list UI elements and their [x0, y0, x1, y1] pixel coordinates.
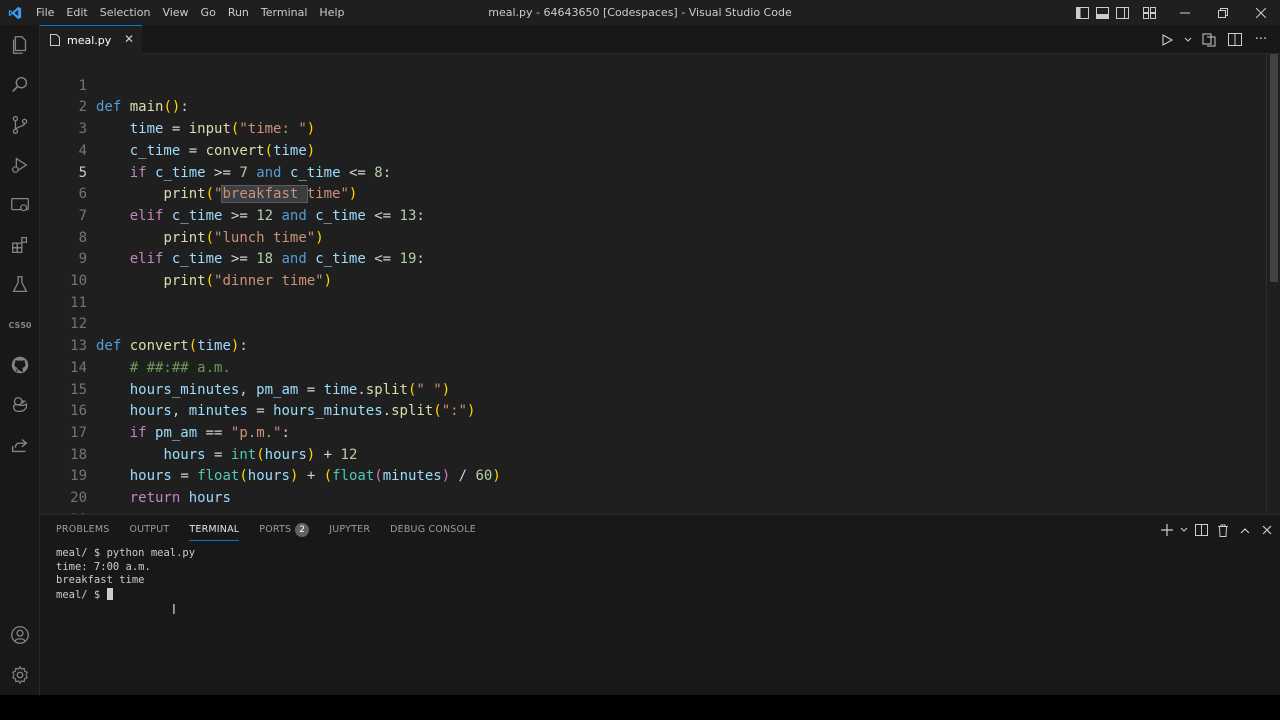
menu-edit[interactable]: Edit — [60, 0, 93, 25]
code-line: 7 print("lunch time") — [40, 184, 1266, 246]
code-line: 12 def convert(time): — [40, 293, 1266, 354]
code-editor[interactable]: 1 def main(): 2 time = input("time: ") 3… — [40, 54, 1280, 514]
code-line-active: 5 print("breakfast time") — [40, 141, 1266, 204]
title-bar: File Edit Selection View Go Run Terminal… — [0, 0, 1280, 25]
kill-terminal-trash-icon[interactable] — [1214, 521, 1232, 539]
terminal-prompt: meal/ $ — [56, 588, 107, 601]
menu-terminal[interactable]: Terminal — [255, 0, 314, 25]
code-line: 20 — [40, 466, 1266, 506]
editor-scrollbar[interactable] — [1266, 54, 1280, 514]
run-dropdown-chevron-down-icon[interactable] — [1184, 31, 1192, 49]
code-line: 16 if pm_am == "p.m.": — [40, 380, 1266, 441]
maximize-panel-chevron-up-icon[interactable] — [1236, 521, 1254, 539]
toggle-primary-sidebar-icon[interactable] — [1072, 0, 1092, 25]
menu-help[interactable]: Help — [313, 0, 350, 25]
mouse-ibeam-cursor-icon: I — [172, 603, 176, 618]
code-line: 6 elif c_time >= 12 and c_time <= 13: — [40, 163, 1266, 224]
vscode-logo-icon[interactable] — [0, 0, 30, 25]
tab-ports-label: PORTS — [259, 524, 292, 535]
ports-count-badge: 2 — [295, 523, 310, 537]
tab-jupyter[interactable]: JUPYTER — [319, 515, 380, 545]
menu-go[interactable]: Go — [195, 0, 222, 25]
code-line: 19 return hours — [40, 445, 1266, 506]
explorer-icon[interactable] — [0, 25, 40, 65]
tab-problems[interactable]: PROBLEMS — [46, 515, 119, 545]
close-tab-icon[interactable]: ✕ — [124, 32, 134, 46]
code-line: 11 — [40, 271, 1266, 311]
terminal-line: time: 7:00 a.m. — [56, 560, 151, 573]
split-terminal-icon[interactable] — [1192, 521, 1210, 539]
tab-meal-py[interactable]: meal.py ✕ — [40, 25, 142, 54]
window-controls — [1072, 0, 1280, 25]
panel-tabs: PROBLEMS OUTPUT TERMINAL PORTS 2 JUPYTER … — [46, 515, 486, 545]
code-line: 21 — [40, 488, 1266, 514]
tab-ports[interactable]: PORTS 2 — [249, 515, 319, 545]
code-line: 17 hours = int(hours) + 12 — [40, 401, 1266, 463]
extensions-icon[interactable] — [0, 225, 40, 265]
terminal-dropdown-chevron-down-icon[interactable] — [1180, 521, 1188, 539]
toggle-panel-icon[interactable] — [1092, 0, 1112, 25]
tab-output[interactable]: OUTPUT — [119, 515, 179, 545]
code-line: 8 elif c_time >= 18 and c_time <= 19: — [40, 206, 1266, 268]
bottom-black-bar — [0, 695, 1280, 720]
panel-actions — [1158, 515, 1276, 545]
search-icon[interactable] — [0, 65, 40, 105]
tab-label: meal.py — [67, 33, 112, 47]
bottom-panel: PROBLEMS OUTPUT TERMINAL PORTS 2 JUPYTER … — [40, 514, 1280, 695]
code-line: 4 if c_time >= 7 and c_time <= 8: — [40, 119, 1266, 181]
code-line: 15 hours, minutes = hours_minutes.split(… — [40, 358, 1266, 420]
tab-debug-console[interactable]: DEBUG CONSOLE — [380, 515, 486, 545]
restore-icon[interactable] — [1204, 0, 1242, 25]
activity-bar: CS50 — [0, 25, 40, 695]
menu-view[interactable]: View — [156, 0, 194, 25]
testing-icon[interactable] — [0, 265, 40, 305]
terminal-output[interactable]: meal/ $ python meal.py time: 7:00 a.m. bre… — [56, 547, 195, 602]
editor-tabs: meal.py ✕ ··· — [40, 25, 1280, 54]
code-line: 14 hours_minutes, pm_am = time.split(" "… — [40, 336, 1266, 398]
scrollbar-thumb[interactable] — [1270, 54, 1278, 282]
menu-file[interactable]: File — [30, 0, 60, 25]
live-share-icon[interactable] — [0, 425, 40, 465]
tab-terminal[interactable]: TERMINAL — [179, 515, 249, 545]
code-line: 1 def main(): — [40, 54, 1266, 116]
code-line: 3 c_time = convert(time) — [40, 97, 1266, 159]
minimize-icon[interactable] — [1166, 0, 1204, 25]
code-line: 18 hours = float(hours) + (float(minutes… — [40, 423, 1266, 485]
github-icon[interactable] — [0, 345, 40, 385]
account-icon[interactable] — [0, 615, 40, 655]
source-control-icon[interactable] — [0, 105, 40, 145]
run-debug-icon[interactable] — [0, 145, 40, 185]
new-terminal-icon[interactable] — [1158, 521, 1176, 539]
editor-actions: ··· — [1158, 25, 1270, 54]
code-line: 9 print("dinner time") — [40, 228, 1266, 289]
cs50-icon[interactable]: CS50 — [0, 305, 40, 345]
settings-gear-icon[interactable] — [0, 655, 40, 695]
split-editor-icon[interactable] — [1226, 31, 1244, 49]
more-actions-icon[interactable]: ··· — [1252, 31, 1270, 49]
file-icon — [50, 34, 60, 46]
toggle-secondary-sidebar-icon[interactable] — [1112, 0, 1132, 25]
code-line: 13 # ##:## a.m. — [40, 314, 1266, 376]
code-line: 2 time = input("time: ") — [40, 76, 1266, 137]
run-python-file-icon[interactable] — [1158, 31, 1176, 49]
code-line: 10 — [40, 249, 1266, 289]
ducky-icon[interactable] — [0, 385, 40, 425]
terminal-prompt-line: meal/ $ — [56, 587, 195, 603]
open-changes-icon[interactable] — [1200, 31, 1218, 49]
remote-explorer-icon[interactable] — [0, 185, 40, 225]
terminal-line: breakfast time — [56, 574, 145, 586]
close-panel-icon[interactable] — [1258, 521, 1276, 539]
terminal-line: meal/ $ python meal.py — [56, 547, 196, 559]
close-window-icon[interactable] — [1242, 0, 1280, 25]
terminal-cursor — [106, 587, 113, 600]
menu-run[interactable]: Run — [222, 0, 255, 25]
menu-selection[interactable]: Selection — [94, 0, 157, 25]
customize-layout-icon[interactable] — [1132, 0, 1166, 25]
